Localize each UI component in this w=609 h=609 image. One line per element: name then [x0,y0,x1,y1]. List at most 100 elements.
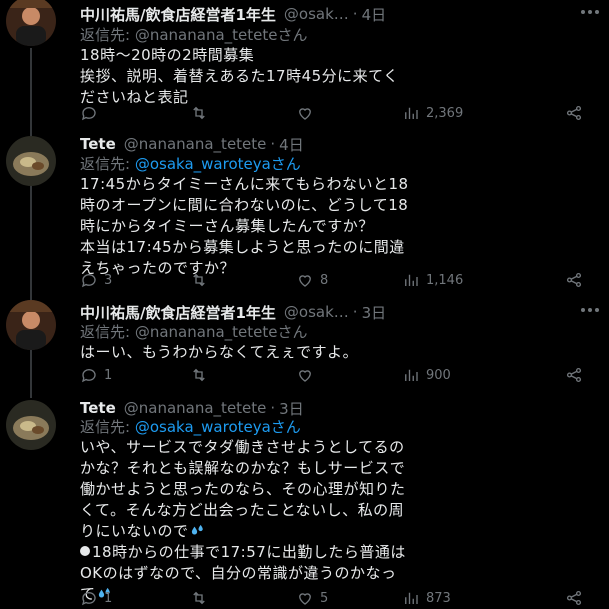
sweat-droplets-icon [191,524,203,535]
display-name[interactable]: Tete [80,399,116,417]
reply-suffix: さん [277,26,308,44]
like-button[interactable]: 8 [296,271,328,289]
text-line: 時にからタイミーさん募集したんですか？ [80,217,374,235]
text-line: 働かせようと思ったのなら、その心理が知りた [80,480,406,498]
retweet-button[interactable] [190,104,214,122]
share-icon [566,272,582,288]
views-count: 1,146 [426,272,464,288]
reply-mention[interactable]: @nananana_tetete [135,323,278,341]
views-count: 2,369 [426,105,464,121]
avatar[interactable] [6,0,56,46]
tweet[interactable]: 中川祐馬/飲食店経営者1年生 @osak… · 4日 返信先: @nananan… [0,0,609,128]
like-button[interactable]: 5 [296,589,328,607]
avatar[interactable] [6,136,56,186]
views-icon [405,592,418,604]
views-count: 900 [426,367,451,383]
reply-prefix: 返信先: [80,418,131,436]
text-line: 時のオープンに間に合わないのに、どうして18 [80,196,409,214]
reply-prefix: 返信先: [80,155,131,173]
share-button[interactable] [565,589,589,607]
tweet[interactable]: 中川祐馬/飲食店経営者1年生 @osak… · 3日 返信先: @nananan… [0,296,609,396]
like-count: 5 [320,590,329,606]
tweet-text: 18時〜20時の2時間募集 挨拶、説明、着替えあるた17時45分に来てく ださい… [80,45,587,108]
views-icon [405,274,418,286]
reply-icon [81,107,96,121]
separator-dot: · [352,5,358,23]
separator-dot: · [352,303,358,321]
views-button[interactable]: 873 [402,589,451,607]
reply-count: 3 [104,272,113,288]
action-bar: 3 8 1,146 [80,269,589,291]
text-line: りにいないので [80,522,189,540]
views-button[interactable]: 900 [402,366,451,384]
views-count: 873 [426,590,451,606]
share-button[interactable] [565,104,589,122]
share-button[interactable] [565,366,589,384]
separator-dot: · [270,399,276,417]
action-bar: 1 5 873 [80,587,589,609]
reply-suffix: さん [277,323,308,341]
avatar[interactable] [6,400,56,450]
share-button[interactable] [565,271,589,289]
handle[interactable]: @nananana_tetete [124,135,267,153]
reply-count: 1 [104,367,113,383]
tweet-text: 17:45からタイミーさんに来てもらわないと18 時のオープンに間に合わないのに… [80,174,587,279]
reply-suffix: さん [270,418,301,436]
handle[interactable]: @nananana_tetete [124,399,267,417]
reply-mention[interactable]: @nananana_tetete [135,26,278,44]
reply-context: 返信先: @nananana_teteteさん [80,24,307,45]
reply-icon [81,369,96,383]
text-line: 本当は17:45から募集しようと思ったのに間違 [80,238,405,256]
like-button[interactable] [296,104,320,122]
reply-button[interactable]: 1 [80,366,112,384]
tweet[interactable]: Tete @nananana_tetete · 4日 返信先: @osaka_w… [0,128,609,294]
reply-context: 返信先: @nananana_teteteさん [80,321,307,342]
more-options-icon[interactable] [581,10,599,14]
avatar[interactable] [6,300,56,350]
handle[interactable]: @osak… [284,303,349,321]
text-line: 18時〜20時の2時間募集 [80,46,255,64]
views-icon [405,107,418,119]
retweet-icon [193,368,205,382]
retweet-button[interactable] [190,366,214,384]
retweet-icon [193,591,205,605]
reply-suffix: さん [270,155,301,173]
separator-dot: · [270,135,276,153]
share-icon [566,367,582,383]
like-button[interactable] [296,366,320,384]
heart-icon [299,593,311,605]
reply-mention[interactable]: @osaka_waroteya [135,418,271,436]
views-icon [405,369,418,381]
handle[interactable]: @osak… [284,5,349,23]
tweet-date[interactable]: 3日 [362,302,387,323]
text-line: はーい、もうわからなくてえぇですよ。 [80,343,359,361]
reply-button[interactable] [80,104,104,122]
text-line: 挨拶、説明、着替えあるた17時45分に来てく [80,67,399,85]
reply-mention[interactable]: @osaka_waroteya [135,155,271,173]
tweet[interactable]: Tete @nananana_tetete · 3日 返信先: @osaka_w… [0,394,609,609]
reply-prefix: 返信先: [80,26,131,44]
display-name[interactable]: 中川祐馬/飲食店経営者1年生 [80,4,276,25]
retweet-icon [193,273,205,287]
reply-context: 返信先: @osaka_waroteyaさん [80,153,301,174]
more-options-icon[interactable] [581,308,599,312]
text-line: 17:45からタイミーさんに来てもらわないと18 [80,175,409,193]
share-icon [566,590,582,606]
heart-icon [299,370,311,382]
tweet-date[interactable]: 4日 [279,134,304,155]
display-name[interactable]: Tete [80,135,116,153]
reply-context: 返信先: @osaka_waroteyaさん [80,416,301,437]
text-line: いや、サービスでタダ働きさせようとしてるの [80,438,405,456]
reply-button[interactable]: 1 [80,589,112,607]
views-button[interactable]: 2,369 [402,104,463,122]
reply-icon [81,592,96,606]
retweet-button[interactable] [190,271,214,289]
display-name[interactable]: 中川祐馬/飲食店経営者1年生 [80,302,276,323]
text-line: OKのはずなので、自分の常識が違うのかなっ [80,564,397,582]
views-button[interactable]: 1,146 [402,271,463,289]
text-line: 18時からの仕事で17:57に出勤したら普通は [92,543,406,561]
reply-button[interactable]: 3 [80,271,112,289]
tweet-date[interactable]: 4日 [362,4,387,25]
retweet-button[interactable] [190,589,214,607]
heart-icon [299,108,311,120]
